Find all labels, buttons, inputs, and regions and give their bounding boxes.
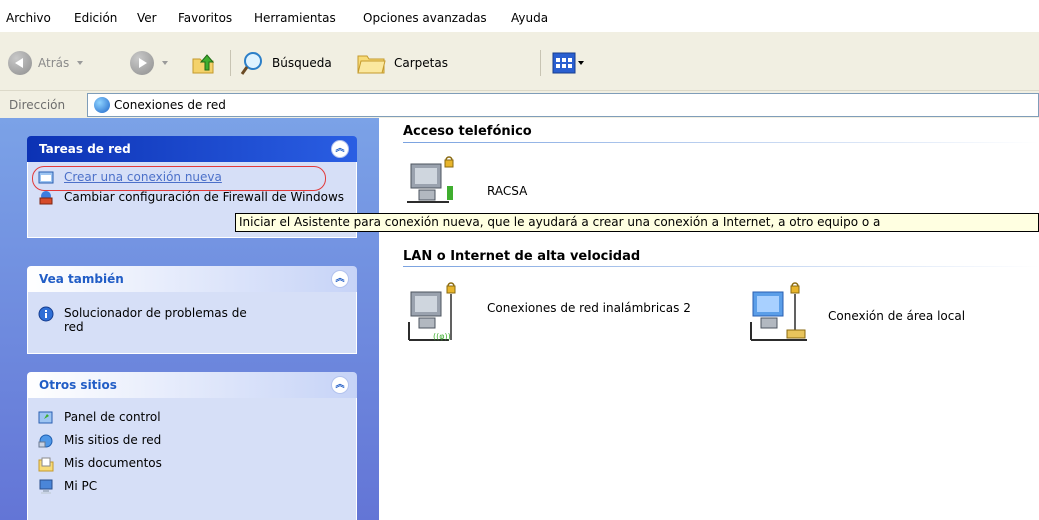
connection-local-area-label: Conexión de área local	[828, 309, 966, 323]
lan-connection-icon	[750, 282, 807, 341]
panel-network-tasks-title: Tareas de red	[39, 142, 131, 156]
place-control-panel-label: Panel de control	[64, 410, 161, 424]
address-value: Conexiones de red	[114, 98, 226, 112]
connection-racsa-label: RACSA	[487, 184, 528, 198]
svg-text:((φ)): ((φ))	[433, 332, 451, 341]
address-label: Dirección	[9, 98, 66, 112]
back-button[interactable]: Atrás	[8, 48, 84, 78]
new-connection-icon	[38, 171, 54, 184]
my-computer-icon	[39, 479, 53, 494]
back-label: Atrás	[38, 56, 70, 70]
toolbar-separator	[540, 50, 541, 76]
dialup-connection-icon	[407, 156, 454, 203]
connection-racsa[interactable]	[405, 156, 457, 209]
control-panel-icon	[38, 411, 53, 424]
connection-local-area[interactable]	[747, 282, 809, 347]
toolbar: Atrás Búsqueda Carpetas	[0, 32, 1039, 90]
views-dropdown-icon[interactable]	[578, 61, 584, 65]
info-help-icon	[38, 306, 54, 322]
task-firewall-settings-label: Cambiar configuración de Firewall de Win…	[64, 190, 345, 204]
panel-network-tasks-header[interactable]: Tareas de red ︽	[27, 136, 357, 162]
panel-other-places-body: Panel de control Mis sitios de red Mis d…	[27, 398, 357, 520]
place-network-places-label: Mis sitios de red	[64, 433, 162, 447]
forward-dropdown-icon[interactable]	[162, 61, 168, 65]
network-places-icon	[38, 434, 53, 448]
search-button[interactable]: Búsqueda	[240, 48, 332, 78]
menu-opciones-avanzadas[interactable]: Opciones avanzadas	[363, 11, 487, 25]
menu-edicion[interactable]: Edición	[74, 11, 117, 25]
panel-see-also: Vea también ︽ Solucionador de problemas …	[27, 266, 357, 354]
views-button[interactable]	[552, 48, 584, 78]
panel-see-also-body: Solucionador de problemas de red	[27, 292, 357, 354]
place-my-computer[interactable]: Mi PC	[38, 479, 346, 494]
connection-wireless-2[interactable]: ((φ))	[405, 282, 465, 347]
panel-other-places-header[interactable]: Otros sitios ︽	[27, 372, 357, 398]
collapse-chevron-icon[interactable]: ︽	[331, 376, 349, 394]
menu-ayuda[interactable]: Ayuda	[511, 11, 548, 25]
firewall-icon	[39, 191, 53, 205]
address-field[interactable]: Conexiones de red	[87, 93, 1039, 117]
wireless-connection-icon: ((φ))	[408, 282, 456, 341]
content-area: Acceso telefónico RACSA LAN o Internet d…	[379, 118, 1039, 520]
group-divider	[403, 142, 1039, 143]
back-arrow-icon	[8, 51, 32, 75]
search-icon	[240, 52, 262, 75]
folder-up-icon	[192, 54, 215, 74]
group-divider	[403, 266, 1039, 267]
tooltip: Iniciar el Asistente para conexión nueva…	[235, 213, 1039, 232]
folders-button[interactable]: Carpetas	[356, 48, 448, 78]
forward-button[interactable]	[130, 48, 168, 78]
toolbar-separator	[230, 50, 231, 76]
task-create-new-connection[interactable]: Crear una conexión nueva	[32, 166, 346, 191]
my-documents-icon	[38, 457, 54, 472]
task-pane: Tareas de red ︽ Crear una conexión nueva…	[0, 118, 379, 520]
menu-herramientas[interactable]: Herramientas	[254, 11, 336, 25]
menu-ver[interactable]: Ver	[137, 11, 157, 25]
task-create-new-connection-label: Crear una conexión nueva	[64, 170, 222, 184]
menu-bar: Archivo Edición Ver Favoritos Herramient…	[0, 0, 1039, 32]
forward-arrow-icon	[130, 51, 154, 75]
place-my-documents[interactable]: Mis documentos	[38, 456, 346, 472]
group-header-dialup: Acceso telefónico	[403, 124, 532, 139]
place-control-panel[interactable]: Panel de control	[38, 410, 346, 424]
panel-other-places: Otros sitios ︽ Panel de control Mis siti…	[27, 372, 357, 520]
task-troubleshooter-label: Solucionador de problemas de red	[64, 306, 247, 334]
task-troubleshooter[interactable]: Solucionador de problemas de red	[38, 306, 268, 334]
panel-other-places-title: Otros sitios	[39, 378, 117, 392]
address-bar: Dirección Conexiones de red	[0, 90, 1039, 118]
place-my-documents-label: Mis documentos	[64, 456, 162, 470]
up-folder-button[interactable]	[190, 48, 216, 78]
panel-see-also-title: Vea también	[39, 272, 124, 286]
menu-favoritos[interactable]: Favoritos	[178, 11, 232, 25]
place-my-computer-label: Mi PC	[64, 479, 98, 493]
menu-archivo[interactable]: Archivo	[6, 11, 51, 25]
views-icon	[552, 52, 576, 74]
folders-label: Carpetas	[394, 56, 448, 70]
task-firewall-settings[interactable]: Cambiar configuración de Firewall de Win…	[38, 190, 346, 205]
connection-wireless-2-label: Conexiones de red inalámbricas 2	[487, 301, 691, 315]
panel-see-also-header[interactable]: Vea también ︽	[27, 266, 357, 292]
folders-icon	[357, 55, 386, 74]
collapse-chevron-icon[interactable]: ︽	[331, 270, 349, 288]
group-header-lan: LAN o Internet de alta velocidad	[403, 249, 641, 264]
place-network-places[interactable]: Mis sitios de red	[38, 433, 346, 448]
collapse-chevron-icon[interactable]: ︽	[331, 140, 349, 158]
network-connections-icon	[94, 97, 110, 113]
back-dropdown-icon[interactable]	[77, 61, 84, 65]
search-label: Búsqueda	[272, 56, 332, 70]
